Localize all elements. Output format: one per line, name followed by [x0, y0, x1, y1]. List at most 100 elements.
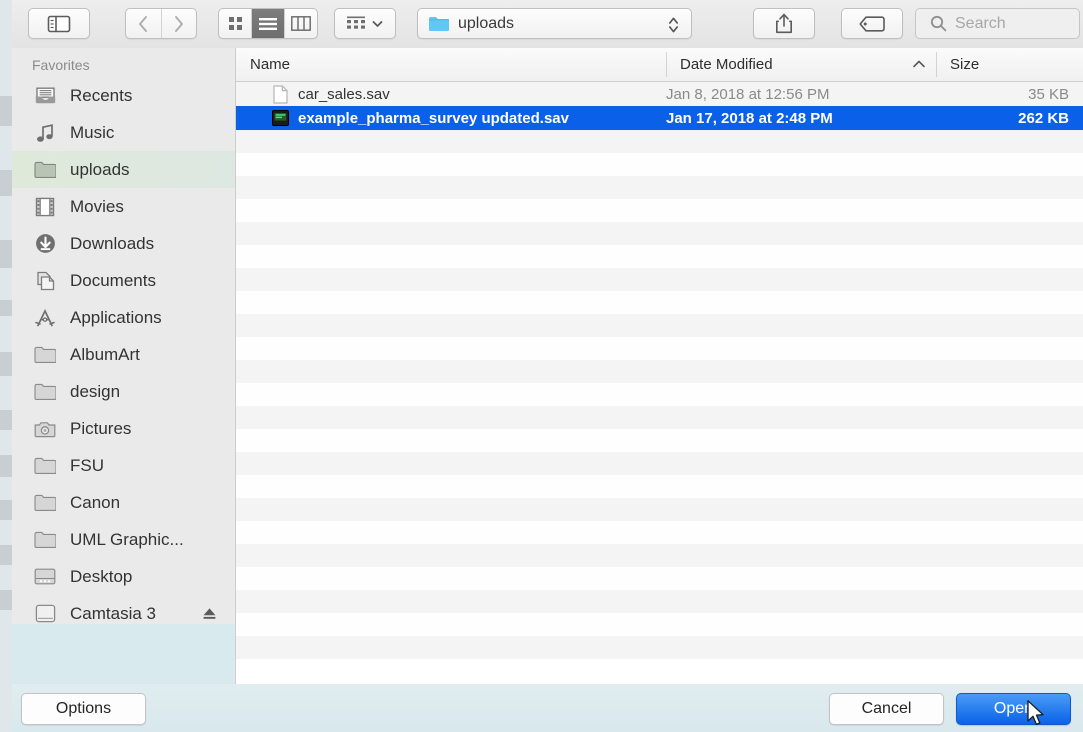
empty-row — [236, 613, 1083, 636]
open-file-dialog: uploads Search Favorites Recents Music u… — [0, 0, 1083, 732]
blank-document-icon — [270, 84, 290, 104]
column-view-button[interactable] — [285, 9, 317, 38]
sidebar-item-label: design — [70, 381, 121, 401]
share-button[interactable] — [753, 8, 815, 39]
sidebar-item-albumart[interactable]: AlbumArt — [12, 336, 235, 373]
file-name-label: example_pharma_survey updated.sav — [298, 109, 569, 127]
empty-row — [236, 199, 1083, 222]
sidebar-item-fsu[interactable]: FSU — [12, 447, 235, 484]
chevron-left-icon — [138, 15, 147, 32]
sidebar-item-downloads[interactable]: Downloads — [12, 225, 235, 262]
empty-row — [236, 245, 1083, 268]
sidebar-item-uploads[interactable]: uploads — [12, 151, 235, 188]
empty-row — [236, 475, 1083, 498]
sidebar-item-label: Canon — [70, 492, 121, 512]
table-row[interactable]: car_sales.sav Jan 8, 2018 at 12:56 PM 35… — [236, 82, 1083, 106]
forward-button[interactable] — [162, 9, 197, 38]
sidebar-item-label: Recents — [70, 85, 133, 105]
tag-button[interactable] — [841, 8, 903, 39]
sidebar-heading: Favorites — [32, 57, 90, 73]
sidebar-item-documents[interactable]: Documents — [12, 262, 235, 299]
file-rows: car_sales.sav Jan 8, 2018 at 12:56 PM 35… — [236, 82, 1083, 659]
list-view-button[interactable] — [252, 9, 285, 38]
empty-row — [236, 406, 1083, 429]
sidebar: Favorites Recents Music uploads Movies D… — [12, 48, 235, 684]
sidebar-item-uml-graphic[interactable]: UML Graphic... — [12, 521, 235, 558]
sidebar-item-pictures[interactable]: Pictures — [12, 410, 235, 447]
chevron-down-icon — [372, 20, 383, 27]
sidebar-item-applications[interactable]: Applications — [12, 299, 235, 336]
search-field[interactable]: Search — [915, 8, 1080, 39]
sidebar-item-label: UML Graphic... — [70, 529, 184, 549]
background-window-edge — [0, 0, 12, 732]
column-header-label: Date Modified — [680, 56, 773, 73]
sidebar-item-label: AlbumArt — [70, 344, 140, 364]
navigation-button-group — [125, 8, 197, 39]
grid-view-icon — [228, 17, 242, 30]
chevron-right-icon — [175, 15, 184, 32]
sidebar-item-label: Downloads — [70, 233, 155, 253]
sidebar-item-movies[interactable]: Movies — [12, 188, 235, 225]
file-name-cell: car_sales.sav — [236, 84, 390, 104]
arrange-by-button[interactable] — [334, 8, 396, 39]
folder-icon — [32, 159, 58, 181]
search-icon — [930, 15, 947, 32]
sidebar-toggle-button[interactable] — [28, 8, 90, 39]
sidebar-item-label: Pictures — [70, 418, 132, 438]
column-header-label: Name — [250, 56, 291, 73]
column-header-size[interactable]: Size — [936, 48, 1083, 81]
column-divider — [936, 52, 937, 77]
applications-a-icon — [32, 307, 58, 329]
file-date-cell: Jan 8, 2018 at 12:56 PM — [666, 85, 830, 103]
chevron-up-icon — [913, 60, 925, 68]
options-button[interactable]: Options — [21, 693, 146, 725]
empty-row — [236, 222, 1083, 245]
cancel-button[interactable]: Cancel — [829, 693, 944, 725]
music-note-icon — [32, 122, 58, 144]
current-folder-label: uploads — [458, 14, 515, 32]
file-list: Name Date Modified Size car_sales.sav Ja… — [235, 48, 1083, 684]
arrange-by-icon — [347, 16, 365, 29]
empty-row — [236, 314, 1083, 337]
file-size-cell: 35 KB — [1028, 85, 1069, 103]
empty-row — [236, 498, 1083, 521]
table-row[interactable]: example_pharma_survey updated.sav Jan 17… — [236, 106, 1083, 130]
sidebar-item-label: Applications — [70, 307, 162, 327]
folder-icon — [429, 17, 449, 31]
desktop-icon — [32, 566, 58, 588]
spss-data-icon — [270, 108, 290, 128]
folder-icon — [32, 492, 58, 514]
documents-pages-icon — [32, 270, 58, 292]
sidebar-item-canon[interactable]: Canon — [12, 484, 235, 521]
sidebar-bottom-fill — [12, 624, 235, 684]
empty-row — [236, 429, 1083, 452]
empty-row — [236, 337, 1083, 360]
file-list-header: Name Date Modified Size — [236, 48, 1083, 82]
empty-row — [236, 521, 1083, 544]
folder-icon — [32, 381, 58, 403]
empty-row — [236, 268, 1083, 291]
folder-icon — [32, 529, 58, 551]
empty-row — [236, 452, 1083, 475]
file-name-cell: example_pharma_survey updated.sav — [236, 108, 569, 128]
column-header-name[interactable]: Name — [236, 48, 666, 81]
current-folder-popup[interactable]: uploads — [417, 8, 692, 39]
column-header-date-modified[interactable]: Date Modified — [666, 48, 936, 81]
sidebar-item-label: uploads — [70, 159, 130, 179]
sidebar-item-recents[interactable]: Recents — [12, 77, 235, 114]
column-header-label: Size — [950, 56, 980, 73]
sidebar-item-music[interactable]: Music — [12, 114, 235, 151]
sidebar-item-label: FSU — [70, 455, 104, 475]
tag-icon — [859, 15, 885, 32]
sidebar-item-design[interactable]: design — [12, 373, 235, 410]
empty-row — [236, 291, 1083, 314]
open-button[interactable]: Open — [956, 693, 1071, 725]
sidebar-item-label: Music — [70, 122, 115, 142]
back-button[interactable] — [126, 9, 162, 38]
eject-icon[interactable] — [202, 606, 217, 626]
icon-view-button[interactable] — [219, 9, 252, 38]
empty-row — [236, 636, 1083, 659]
toolbar: uploads Search — [12, 0, 1083, 49]
download-arrow-icon — [32, 233, 58, 255]
sidebar-item-desktop[interactable]: Desktop — [12, 558, 235, 595]
